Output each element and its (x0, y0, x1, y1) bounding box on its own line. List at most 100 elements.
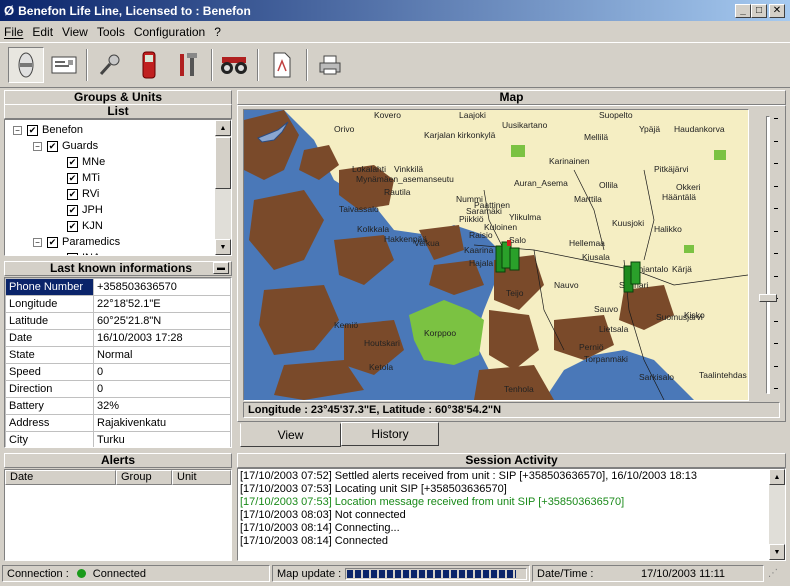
map-place-label: Sarkisalo (639, 372, 674, 382)
map-place-label: Sauvo (594, 304, 618, 314)
close-button[interactable]: ✕ (769, 4, 785, 18)
tree-item[interactable]: ✔ MNe (67, 154, 105, 170)
tree-checkbox[interactable]: ✔ (67, 172, 78, 184)
tree-item-label: Paramedics (62, 236, 121, 248)
tree-item-label: Guards (62, 140, 99, 152)
menu-configuration[interactable]: Configuration (134, 25, 205, 39)
map-place-label: Korppoo (424, 328, 456, 338)
map-place-label: Kisko (684, 310, 705, 320)
phone-button[interactable] (131, 47, 167, 83)
map-place-label: Ypäjä (639, 124, 660, 134)
map-place-label: Pitkäjärvi (654, 164, 689, 174)
tree-item[interactable]: ✔ MTi (67, 170, 100, 186)
zoom-thumb[interactable] (759, 293, 777, 302)
info-row[interactable]: City Turku (5, 431, 231, 447)
map-place-label: Torpanmäki (584, 354, 628, 364)
info-row[interactable]: Direction 0 (5, 380, 231, 398)
info-key: Phone Number (5, 278, 94, 296)
menu-file[interactable]: File (4, 25, 23, 39)
document-icon (273, 52, 291, 78)
app-icon: Ø (4, 3, 15, 18)
tree-expander-icon[interactable]: − (33, 141, 42, 151)
tools-button[interactable] (170, 47, 206, 83)
print-button[interactable] (312, 47, 348, 83)
tree-checkbox[interactable]: ✔ (67, 156, 78, 168)
map-place-label: Uusikartano (502, 120, 548, 130)
collapse-icon[interactable]: ▬ (213, 262, 229, 274)
locate-button[interactable] (8, 47, 44, 83)
tab-history[interactable]: History (341, 422, 439, 446)
scroll-down-icon[interactable]: ▼ (769, 544, 785, 560)
map-place-label: Kärjä (672, 264, 692, 274)
menu-tools[interactable]: Tools (97, 25, 125, 39)
alerts-col-unit[interactable]: Unit (172, 470, 231, 485)
tree-expander-icon[interactable]: − (13, 125, 22, 135)
zoom-slider[interactable] (758, 112, 780, 398)
map-place-label: Vinkkilä (394, 164, 423, 174)
tree-checkbox[interactable]: ✔ (47, 236, 58, 248)
tree-checkbox[interactable]: ✔ (27, 124, 38, 136)
log-line: [17/10/2003 07:53] Locating unit SIP [+3… (240, 483, 507, 495)
document-button[interactable] (264, 47, 300, 83)
resize-grip-icon[interactable]: ⋰ (768, 568, 786, 584)
tree-checkbox[interactable]: ✔ (67, 188, 78, 200)
tree-checkbox[interactable]: ✔ (47, 140, 58, 152)
info-row[interactable]: Address Rajakivenkatu (5, 414, 231, 432)
alerts-col-date[interactable]: Date (5, 470, 116, 485)
menu-view[interactable]: View (62, 25, 88, 39)
tree-scrollbar[interactable]: ▲ ▼ (215, 120, 231, 255)
tree-checkbox[interactable]: ✔ (67, 204, 78, 216)
tree-checkbox[interactable]: ✔ (67, 220, 78, 232)
map-canvas[interactable]: Kovero Laajoki Suopelto Orivo Karjalan kirko… (244, 110, 748, 400)
map-place-label: Mellilä (584, 132, 608, 142)
info-row[interactable]: Battery 32% (5, 397, 231, 415)
binoculars-button[interactable] (216, 47, 252, 83)
map-place-label: Kolkkala (357, 224, 389, 234)
map-place-label: Mynämäen_asemanseutu (356, 174, 454, 184)
scroll-thumb[interactable] (215, 137, 231, 189)
tree-item[interactable]: − ✔ Guards (33, 138, 98, 154)
scroll-up-icon[interactable]: ▲ (215, 120, 231, 136)
tree-item[interactable]: ✔ JPH (67, 202, 103, 218)
scroll-up-icon[interactable]: ▲ (769, 469, 785, 485)
tab-view[interactable]: View (240, 423, 341, 447)
map-place-label: Karinainen (549, 156, 590, 166)
info-value: Rajakivenkatu (93, 414, 231, 432)
map-place-label: Laajoki (459, 110, 486, 120)
tree-item-label: INA (82, 252, 100, 255)
tree-item[interactable]: ✔ RVi (67, 186, 99, 202)
scroll-down-icon[interactable]: ▼ (215, 239, 231, 255)
key-icon (99, 54, 120, 76)
menu-edit[interactable]: Edit (32, 25, 53, 39)
tree-checkbox[interactable]: ✔ (67, 252, 78, 255)
info-row[interactable]: Longitude 22°18'52.1"E (5, 295, 231, 313)
minimize-button[interactable]: _ (735, 4, 751, 18)
info-value: 22°18'52.1"E (93, 295, 231, 313)
alerts-col-group[interactable]: Group (116, 470, 172, 485)
map-place-label: Kuusjoki (612, 218, 644, 228)
info-row[interactable]: Phone Number +358503636570 (5, 278, 231, 296)
key-button[interactable] (92, 47, 128, 83)
tree-item[interactable]: ✔ KJN (67, 218, 103, 234)
map-place-label: Auran_Asema (514, 178, 568, 188)
tree-item[interactable]: − ✔ Benefon (13, 122, 83, 138)
info-row[interactable]: Speed 0 (5, 363, 231, 381)
menu-help[interactable]: ? (214, 25, 221, 39)
info-value: Turku (93, 431, 231, 447)
tree-item[interactable]: − ✔ Paramedics (33, 234, 120, 250)
tree-item[interactable]: ✔ INA (67, 250, 100, 255)
zoom-track (766, 116, 770, 394)
map-place-label: Perniö (579, 342, 604, 352)
info-row[interactable]: State Normal (5, 346, 231, 364)
maximize-button[interactable]: □ (751, 4, 767, 18)
map-place-label: Lokalahti (352, 164, 386, 174)
tree-expander-icon[interactable]: − (33, 237, 42, 247)
info-row[interactable]: Date 16/10/2003 17:28 (5, 329, 231, 347)
log-scrollbar[interactable]: ▲ ▼ (769, 469, 785, 560)
card-button[interactable] (46, 47, 82, 83)
info-row[interactable]: Latitude 60°25'21.8"N (5, 312, 231, 330)
zoom-tick (774, 253, 778, 254)
map-view[interactable]: Kovero Laajoki Suopelto Orivo Karjalan kirko… (243, 109, 749, 401)
zoom-tick (774, 118, 778, 119)
session-log: [17/10/2003 07:52] Settled alerts receiv… (237, 468, 786, 561)
